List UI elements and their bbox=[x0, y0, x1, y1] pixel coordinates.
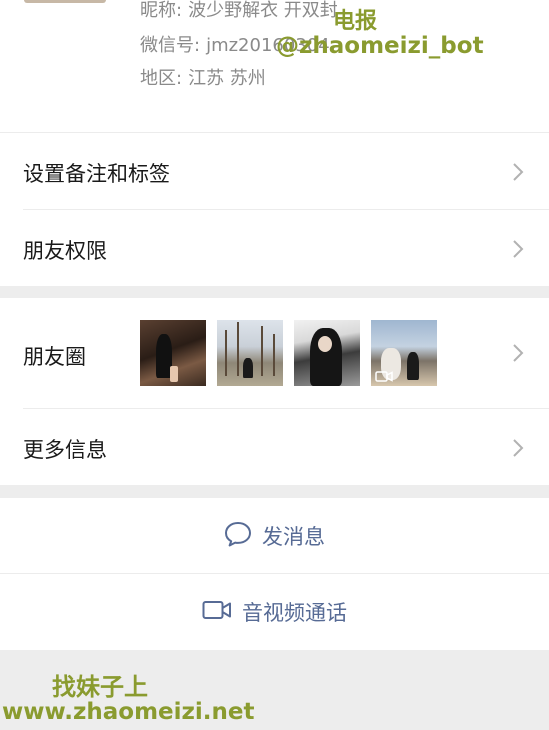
watermark-text: 电报 bbox=[333, 9, 378, 34]
nickname-value: 波少野解衣 开双封 bbox=[188, 0, 338, 21]
figure bbox=[243, 358, 253, 378]
voice-video-call-button[interactable]: 音视频通话 bbox=[0, 574, 549, 649]
moments-photo-3 bbox=[294, 320, 360, 386]
more-info-label: 更多信息 bbox=[23, 438, 107, 462]
figure-legs bbox=[170, 366, 178, 382]
face bbox=[318, 336, 332, 352]
avatar[interactable] bbox=[24, 0, 106, 3]
section-gap bbox=[0, 286, 549, 298]
moments-photo-1 bbox=[140, 320, 206, 386]
send-message-button[interactable]: 发消息 bbox=[0, 498, 549, 573]
tree bbox=[237, 322, 239, 376]
moments-photo-2 bbox=[217, 320, 283, 386]
remark-and-tags-label: 设置备注和标签 bbox=[23, 162, 170, 186]
region-line: 地区: 江苏 苏州 bbox=[140, 64, 266, 90]
moments-row[interactable]: 朋友圈 bbox=[0, 298, 549, 408]
chevron-right-icon bbox=[511, 239, 525, 259]
nickname-label: 昵称: bbox=[140, 0, 183, 21]
chevron-right-icon bbox=[511, 438, 525, 458]
watermark-text: 找妹子上 bbox=[52, 673, 148, 701]
chevron-right-icon bbox=[511, 343, 525, 363]
send-message-label: 发消息 bbox=[262, 524, 325, 549]
video-camera-icon bbox=[202, 600, 232, 624]
more-info-row[interactable]: 更多信息 bbox=[0, 409, 549, 485]
region-label: 地区: bbox=[140, 68, 183, 89]
moments-label: 朋友圈 bbox=[23, 345, 86, 369]
figure bbox=[407, 352, 419, 380]
friend-permissions-label: 朋友权限 bbox=[23, 239, 107, 263]
section-gap bbox=[0, 485, 549, 498]
chevron-right-icon bbox=[511, 162, 525, 182]
profile-header: 昵称: 波少野解衣 开双封 微信号: jmz20160304 地区: 江苏 苏州 bbox=[0, 0, 549, 132]
video-camera-icon bbox=[375, 368, 393, 382]
nickname-line: 昵称: 波少野解衣 开双封 bbox=[140, 0, 338, 22]
region-value: 江苏 苏州 bbox=[188, 68, 266, 89]
moments-video-4 bbox=[371, 320, 437, 386]
tree bbox=[261, 326, 263, 376]
wechat-id-label: 微信号: bbox=[140, 35, 201, 56]
friend-permissions-row[interactable]: 朋友权限 bbox=[0, 210, 549, 286]
watermark-text: @zhaomeizi_bot bbox=[276, 33, 484, 59]
remark-and-tags-row[interactable]: 设置备注和标签 bbox=[0, 133, 549, 209]
chat-bubble-icon bbox=[224, 521, 252, 551]
voice-video-call-label: 音视频通话 bbox=[242, 600, 347, 625]
watermark-text: www.zhaomeizi.net bbox=[2, 699, 255, 725]
tree bbox=[273, 334, 275, 376]
tree bbox=[225, 330, 227, 376]
